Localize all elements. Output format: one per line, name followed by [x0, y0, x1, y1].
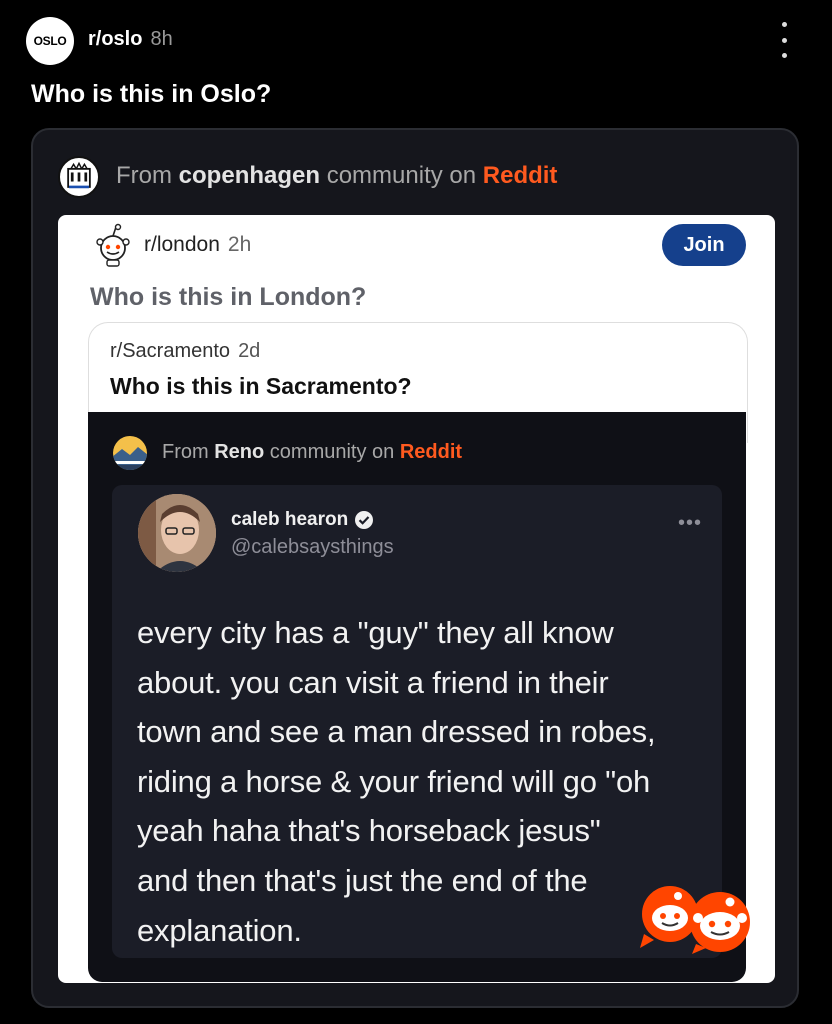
quoted-post-subreddit[interactable]: r/Sacramento [110, 340, 230, 362]
shared-post-subreddit[interactable]: r/london [144, 233, 220, 256]
copenhagen-community-icon [58, 156, 100, 198]
embed-from-prefix: From [116, 162, 172, 189]
reno-source-line: From Reno community on Reddit [162, 441, 462, 464]
quoted-post-meta: r/Sacramento 2d [110, 340, 260, 363]
subreddit-avatar-text: OSLO [33, 34, 67, 48]
tweet-author-handle[interactable]: @calebsaysthings [231, 536, 394, 559]
shared-post-title: Who is this in London? [90, 283, 367, 311]
tweet-author-avatar[interactable] [138, 494, 216, 572]
embed-platform[interactable]: Reddit [483, 162, 558, 189]
reno-platform[interactable]: Reddit [400, 441, 462, 463]
quoted-post-title: Who is this in Sacramento? [110, 373, 412, 399]
subreddit-name[interactable]: r/oslo [88, 28, 142, 51]
subreddit-avatar[interactable]: OSLO [26, 17, 74, 65]
quoted-post-age: 2d [238, 340, 261, 362]
post-title: Who is this in Oslo? [31, 80, 272, 108]
reno-community-suffix: community on [269, 441, 395, 463]
snoo-icon [96, 223, 130, 267]
join-button[interactable]: Join [662, 224, 746, 266]
post-meta: r/oslo 8h [88, 28, 173, 51]
reno-community[interactable]: Reno [214, 441, 264, 463]
tweet-author-name-row: caleb hearon [231, 509, 374, 531]
kebab-vertical-icon[interactable] [770, 22, 798, 58]
shared-post-meta: r/london 2h [144, 233, 251, 257]
embed-source-line: From copenhagen community on Reddit [116, 162, 557, 190]
tweet-more-icon[interactable]: ••• [678, 512, 702, 535]
shared-post-age: 2h [227, 233, 252, 256]
post-age: 8h [150, 28, 173, 50]
reno-community-icon [113, 436, 147, 470]
verified-badge-icon [355, 511, 374, 529]
tweet-author-name[interactable]: caleb hearon [231, 509, 348, 531]
tweet-text: every city has a "guy" they all know abo… [137, 615, 656, 948]
embed-community-suffix: community on [326, 162, 477, 189]
reno-from-prefix: From [162, 441, 209, 463]
reddit-snoo-sticker-icon [640, 886, 750, 954]
embed-community[interactable]: copenhagen [179, 162, 320, 189]
